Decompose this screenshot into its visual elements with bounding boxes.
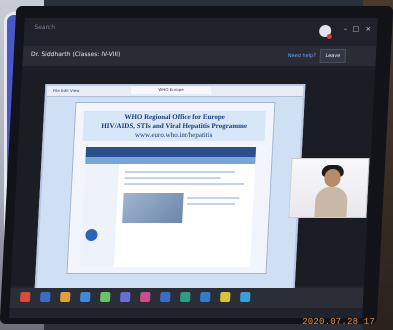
app-icon[interactable] [59, 292, 71, 302]
app-icon[interactable] [39, 292, 51, 302]
start-icon[interactable] [19, 292, 31, 302]
taskbar [9, 288, 364, 308]
app-icon[interactable] [119, 292, 131, 302]
app-icon[interactable] [199, 292, 211, 302]
maximize-icon[interactable]: □ [352, 25, 359, 33]
shared-webpage: WHO Regional Office for Europe HIV/AIDS,… [66, 102, 276, 274]
app-icon[interactable] [99, 292, 111, 302]
text-line [124, 177, 221, 179]
leave-button[interactable]: Leave [319, 49, 347, 63]
app-icon[interactable] [219, 292, 231, 302]
monitor-screen: Search – □ × Dr. Siddharth (Classes: IV-… [9, 18, 378, 318]
website-preview [79, 147, 257, 267]
close-icon[interactable]: × [365, 25, 371, 33]
text-line [187, 203, 236, 205]
page-url[interactable]: www.euro.who.int/hepatitis [83, 131, 265, 139]
call-title: Dr. Siddharth (Classes: IV-VIII) [30, 51, 121, 58]
participant-body [314, 187, 349, 217]
text-line [187, 197, 240, 199]
window-search[interactable]: Search [34, 24, 55, 31]
page-header: WHO Regional Office for Europe HIV/AIDS,… [82, 111, 266, 141]
site-header-band [85, 147, 257, 157]
browser-tab[interactable]: WHO Europe [130, 86, 212, 94]
site-sidebar [79, 164, 120, 267]
participant-video[interactable] [288, 158, 370, 218]
app-icon[interactable] [79, 292, 91, 302]
app-icon[interactable] [179, 292, 191, 302]
help-link[interactable]: Need help? [288, 53, 316, 59]
site-nav [85, 157, 256, 164]
text-line [124, 183, 245, 185]
minimize-icon[interactable]: – [344, 25, 348, 33]
page-title-line-1: WHO Regional Office for Europe [124, 113, 226, 121]
window-topbar: Search – □ × [23, 18, 378, 46]
page-title-line-2: HIV/AIDS, STIs and Viral Hepatitis Progr… [101, 122, 248, 130]
photo-timestamp: 2020.07.28 17 [302, 317, 375, 327]
app-icon[interactable] [159, 292, 171, 302]
text-line [124, 171, 235, 173]
app-icon[interactable] [139, 292, 151, 302]
app-icon[interactable] [239, 292, 251, 302]
status-dot-icon [326, 34, 333, 39]
browser-menu[interactable]: File Edit View [53, 88, 80, 93]
site-image [122, 193, 184, 223]
